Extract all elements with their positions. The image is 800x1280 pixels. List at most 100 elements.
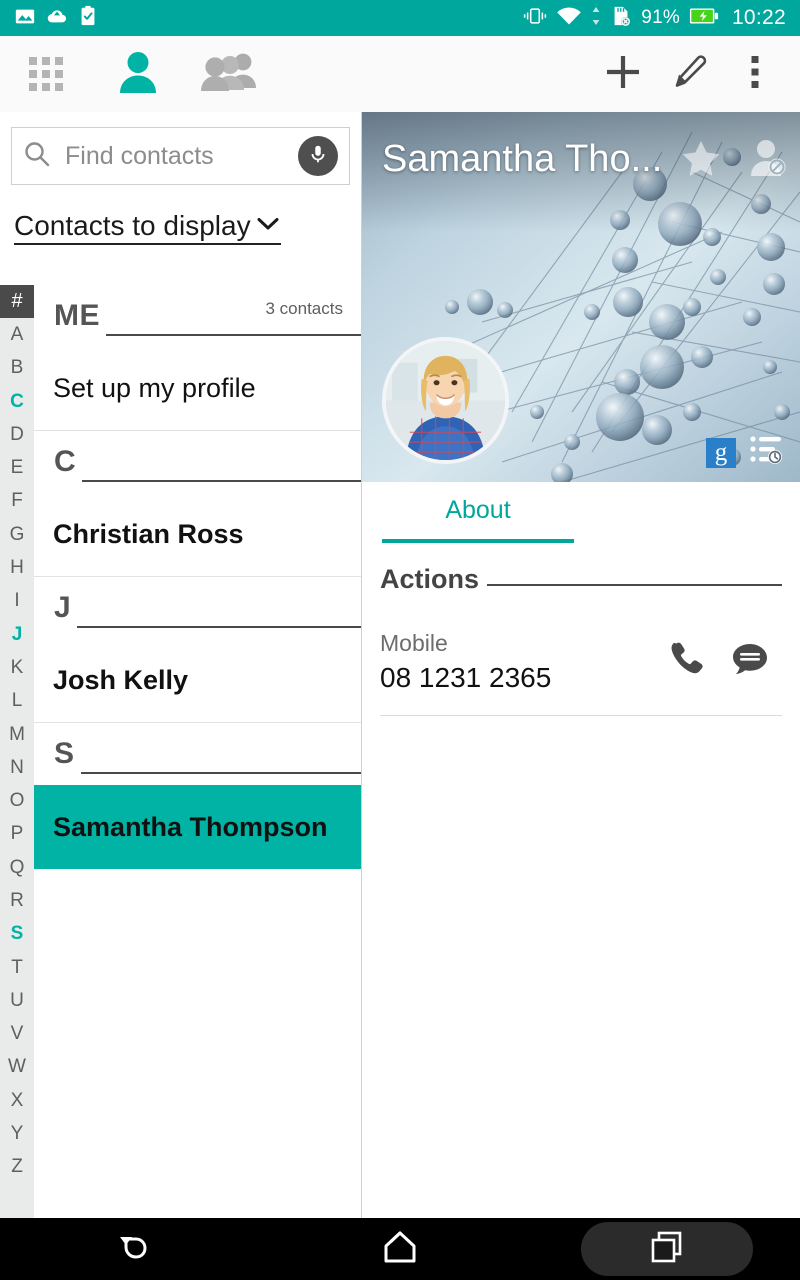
alpha-index-h[interactable]: H <box>0 551 34 584</box>
section-rule <box>487 584 782 586</box>
search-icon <box>23 140 51 173</box>
detail-tabs: About <box>362 482 800 554</box>
voice-search-button[interactable] <box>298 136 338 176</box>
alpha-index-q[interactable]: Q <box>0 851 34 884</box>
task-checklist-icon <box>78 5 98 32</box>
alpha-index-y[interactable]: Y <box>0 1117 34 1150</box>
call-button[interactable] <box>654 640 718 683</box>
section-rule <box>106 334 361 336</box>
contact-photo <box>386 341 505 460</box>
contact-list-item[interactable]: Christian Ross <box>34 493 361 577</box>
google-account-icon[interactable]: g <box>706 437 736 468</box>
battery-charging-icon <box>689 6 719 31</box>
section-letter: J <box>54 591 72 624</box>
app-toolbar <box>0 36 800 112</box>
alpha-index-w[interactable]: W <box>0 1051 34 1084</box>
contact-list-item[interactable]: Josh Kelly <box>34 639 361 723</box>
search-placeholder: Find contacts <box>65 141 214 170</box>
recent-apps-icon <box>649 1229 685 1270</box>
alpha-index-v[interactable]: V <box>0 1018 34 1051</box>
search-input[interactable]: Find contacts <box>11 127 350 185</box>
phone-label: Mobile <box>380 630 448 656</box>
photo-icon <box>14 5 36 32</box>
more-vertical-icon <box>750 54 760 95</box>
cloud-icon <box>46 5 68 32</box>
home-icon <box>380 1227 420 1272</box>
alpha-index-o[interactable]: O <box>0 784 34 817</box>
sd-card-removed-icon <box>610 5 632 32</box>
alpha-index-k[interactable]: K <box>0 651 34 684</box>
overflow-menu-button[interactable] <box>722 36 788 112</box>
alpha-index-m[interactable]: M <box>0 718 34 751</box>
alpha-index-u[interactable]: U <box>0 984 34 1017</box>
add-contact-button[interactable] <box>590 36 656 112</box>
alpha-index-i[interactable]: I <box>0 585 34 618</box>
alpha-index-hash[interactable]: # <box>0 285 34 319</box>
dialpad-tab[interactable] <box>0 36 92 112</box>
section-letter: ME <box>54 299 100 332</box>
tab-about[interactable]: About <box>382 496 574 543</box>
avatar[interactable] <box>382 337 509 464</box>
block-contact-icon[interactable] <box>744 136 790 187</box>
contact-list-item[interactable]: Set up my profile <box>34 347 361 431</box>
contact-cover-photo: Samantha Tho... g <box>362 112 800 482</box>
alpha-index-s[interactable]: S <box>0 918 34 951</box>
alpha-index-x[interactable]: X <box>0 1084 34 1117</box>
favorite-star-icon[interactable] <box>678 136 724 187</box>
chevron-down-icon <box>255 211 281 242</box>
list-section-header: ME 3 contacts <box>34 285 361 347</box>
app-toolbar-actions <box>590 36 800 112</box>
alpha-index-g[interactable]: G <box>0 518 34 551</box>
status-bar-clock: 10:22 <box>731 6 786 29</box>
alpha-index-c[interactable]: C <box>0 385 34 418</box>
back-arrow-icon <box>113 1227 153 1272</box>
contact-detail-pane: Samantha Tho... g About Actions Mobile 0… <box>362 112 800 1218</box>
alpha-index-z[interactable]: Z <box>0 1151 34 1184</box>
plus-icon <box>604 53 642 96</box>
alpha-index-t[interactable]: T <box>0 951 34 984</box>
alpha-index-j[interactable]: J <box>0 618 34 651</box>
cover-action-icons <box>678 136 790 187</box>
status-bar-system-icons: 91% 10:22 <box>523 5 786 32</box>
pencil-icon <box>671 54 707 95</box>
alpha-index-e[interactable]: E <box>0 451 34 484</box>
history-list-icon[interactable] <box>750 435 784 470</box>
phone-entry-row[interactable]: Mobile 08 1231 2365 <box>380 607 782 716</box>
alpha-index-a[interactable]: A <box>0 318 34 351</box>
signal-updown-icon <box>591 6 601 31</box>
contacts-count-label: 3 contacts <box>265 299 344 318</box>
alpha-index-n[interactable]: N <box>0 751 34 784</box>
list-section-header: C <box>34 431 361 493</box>
contact-list-item[interactable]: Samantha Thompson <box>34 785 361 869</box>
alpha-index-f[interactable]: F <box>0 485 34 518</box>
recents-button[interactable] <box>533 1218 800 1280</box>
contacts-to-display-filter[interactable]: Contacts to display <box>14 210 281 245</box>
home-button[interactable] <box>267 1218 534 1280</box>
status-bar: 91% 10:22 <box>0 0 800 36</box>
alphabet-index[interactable]: # A B C D E F G H I J K L M N O P Q R S T U V W X Y Z <box>0 285 34 1218</box>
app-toolbar-tabs <box>0 36 276 112</box>
message-icon <box>731 642 769 681</box>
contacts-list: ME 3 contacts Set up my profile C Christian … <box>34 285 361 1218</box>
alpha-index-p[interactable]: P <box>0 818 34 851</box>
section-rule <box>77 626 361 628</box>
actions-section-title: Actions <box>380 564 480 594</box>
cover-badges: g <box>706 435 784 470</box>
message-button[interactable] <box>718 642 782 681</box>
alpha-index-l[interactable]: L <box>0 685 34 718</box>
people-icon <box>201 52 259 97</box>
alpha-index-b[interactable]: B <box>0 352 34 385</box>
section-letter: C <box>54 445 77 478</box>
device-screen: 91% 10:22 Find contacts Contacts to disp… <box>0 0 800 1280</box>
call-icon <box>667 640 705 683</box>
alpha-index-r[interactable]: R <box>0 884 34 917</box>
groups-tab[interactable] <box>184 36 276 112</box>
back-button[interactable] <box>0 1218 267 1280</box>
contacts-tab[interactable] <box>92 36 184 112</box>
list-section-header: S <box>34 723 361 785</box>
contact-name-on-cover: Samantha Tho... <box>382 138 663 180</box>
status-bar-notification-icons <box>14 5 98 32</box>
alpha-index-d[interactable]: D <box>0 418 34 451</box>
contacts-to-display-label: Contacts to display <box>14 210 251 241</box>
edit-button[interactable] <box>656 36 722 112</box>
